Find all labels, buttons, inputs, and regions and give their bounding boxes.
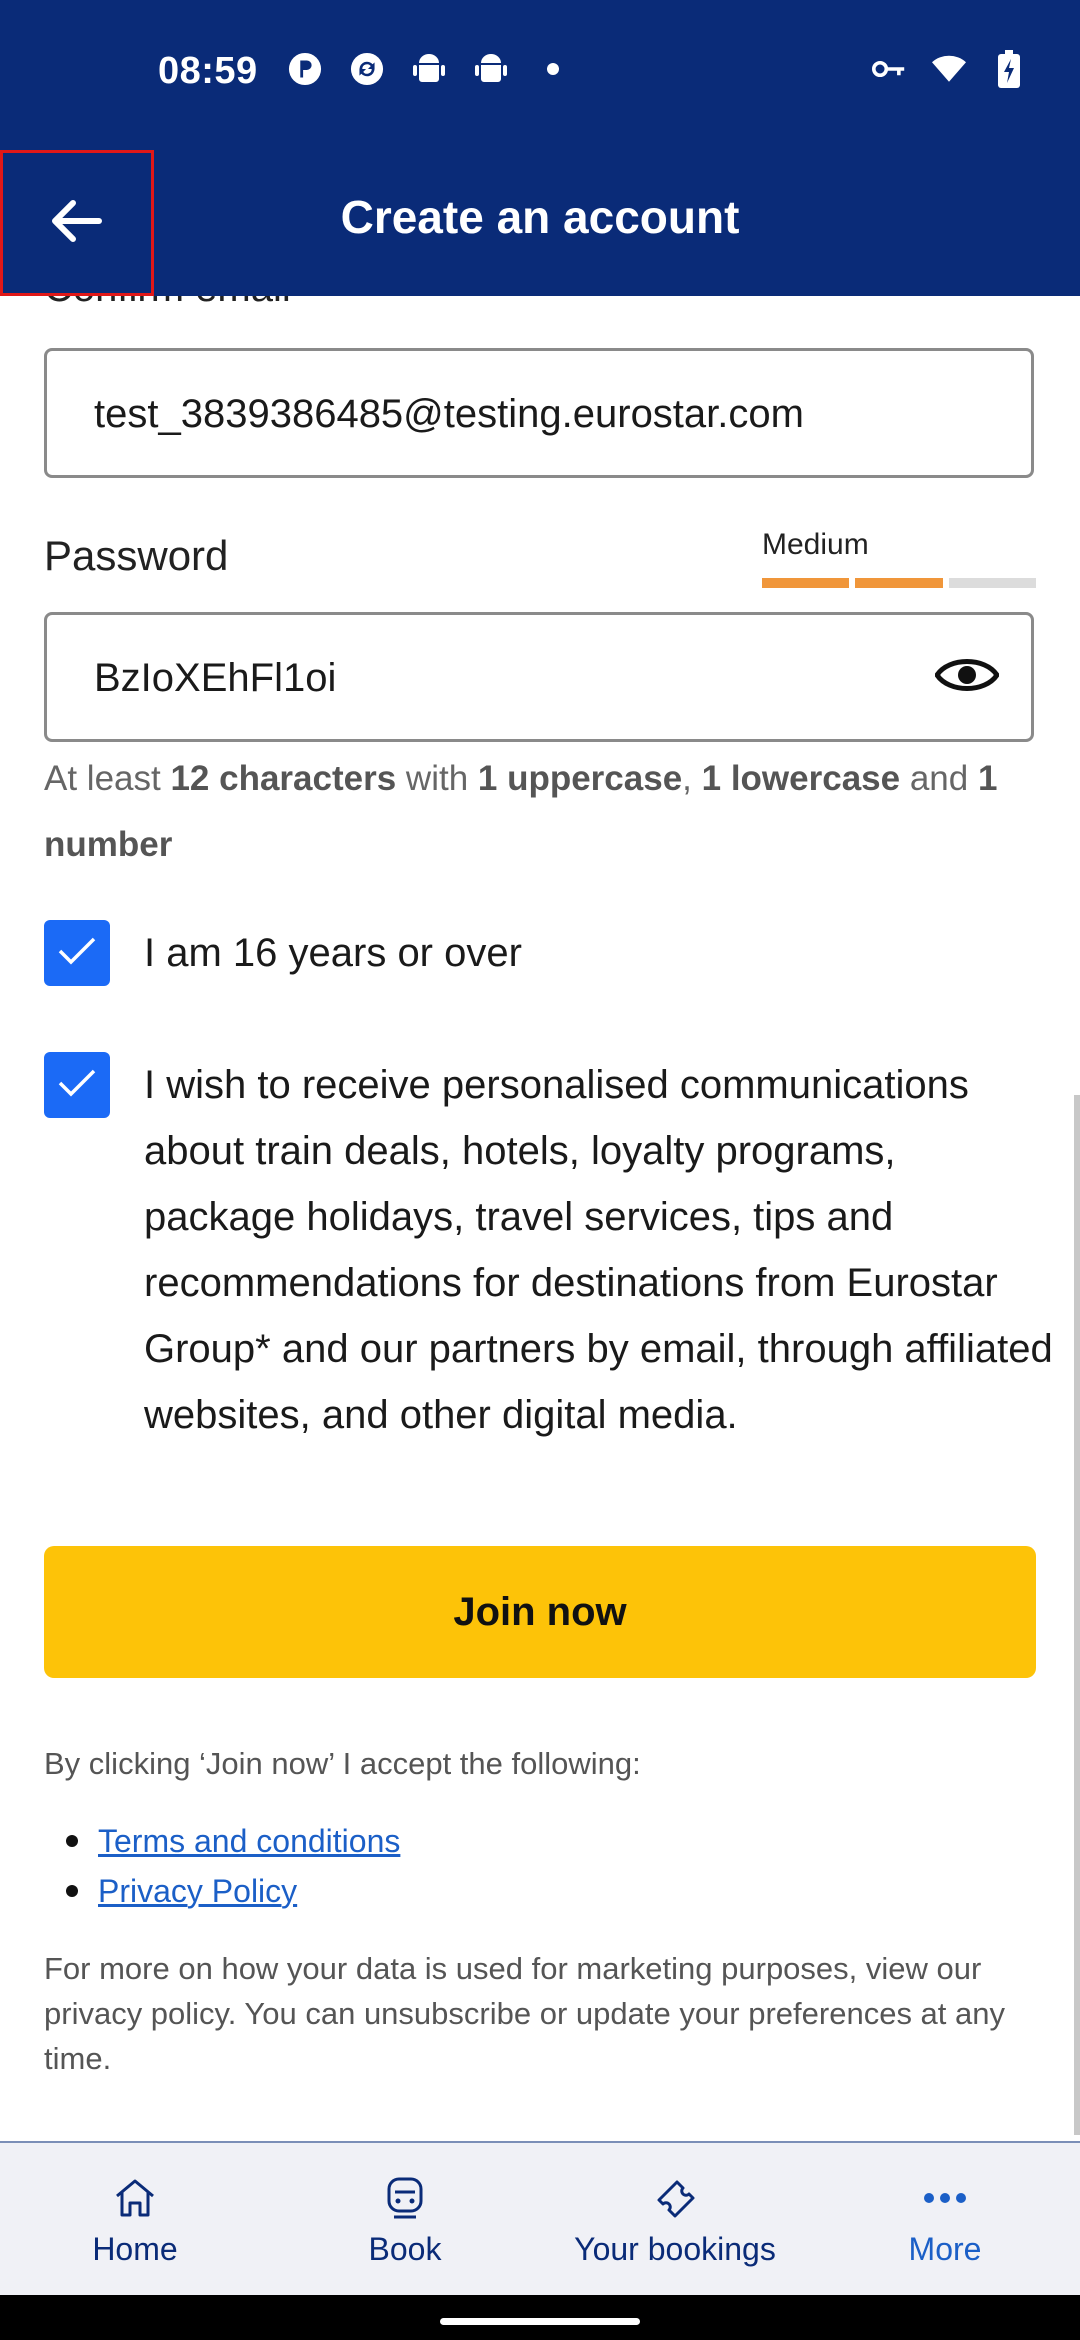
eye-icon (933, 653, 1001, 702)
password-requirements-hint: At least 12 characters with 1 uppercase,… (44, 759, 998, 864)
confirm-email-field[interactable] (92, 351, 956, 477)
nav-item-home[interactable]: Home (0, 2143, 270, 2297)
nav-item-more[interactable]: More (810, 2143, 1080, 2297)
system-gesture-bar (0, 2295, 1080, 2340)
key-icon (872, 52, 906, 86)
signup-form: Confirm email Password Medium At least 1… (0, 296, 1080, 2141)
android-icon (412, 52, 446, 86)
join-now-button[interactable]: Join now (44, 1546, 1036, 1678)
age-checkbox[interactable] (44, 920, 110, 986)
train-icon (385, 2173, 425, 2223)
confirm-email-label: Confirm email (44, 296, 291, 311)
status-notification-icons (288, 52, 570, 86)
accept-terms-text: By clicking ‘Join now’ I accept the foll… (44, 1746, 641, 1781)
checkmark-icon (57, 936, 97, 971)
page-title: Create an account (340, 191, 740, 243)
ticket-icon (653, 2173, 697, 2223)
more-dots-icon (923, 2173, 967, 2223)
marketing-footnote: For more on how your data is used for ma… (44, 1951, 1005, 2076)
android-icon (474, 52, 508, 86)
dot-icon (536, 52, 570, 86)
list-item: Privacy Policy (44, 1866, 400, 1916)
p-circle-icon (288, 52, 322, 86)
terms-link[interactable]: Terms and conditions (98, 1823, 400, 1860)
age-checkbox-label: I am 16 years or over (144, 931, 522, 975)
home-icon (113, 2173, 157, 2223)
privacy-policy-link[interactable]: Privacy Policy (98, 1873, 297, 1910)
wifi-icon (932, 52, 966, 86)
toggle-password-visibility-button[interactable] (933, 649, 1001, 705)
scrollbar[interactable] (1074, 1095, 1080, 2135)
legal-links-list: Terms and conditions Privacy Policy (44, 1816, 400, 1916)
age-confirmation-row: I am 16 years or over (44, 920, 1054, 986)
app-bar: Create an account (0, 150, 1080, 296)
strength-segment (948, 578, 1036, 588)
sync-circle-icon (350, 52, 384, 86)
status-time: 08:59 (158, 50, 258, 92)
password-field-box (44, 612, 1034, 742)
checkmark-icon (57, 1068, 97, 1103)
strength-segment (762, 578, 850, 588)
home-gesture-handle[interactable] (440, 2318, 640, 2325)
password-field[interactable] (92, 615, 956, 741)
password-label: Password (44, 532, 229, 579)
marketing-consent-label: I wish to receive personalised communica… (144, 1063, 1053, 1437)
battery-charging-icon (992, 50, 1026, 88)
marketing-consent-checkbox[interactable] (44, 1052, 110, 1118)
marketing-consent-row: I wish to receive personalised communica… (44, 1052, 1054, 1448)
status-bar: 08:59 (0, 0, 1080, 150)
status-system-icons (872, 50, 1026, 88)
password-strength-meter (762, 578, 1036, 588)
bottom-navigation: Home Book Your bookings More (0, 2141, 1080, 2297)
nav-item-book[interactable]: Book (270, 2143, 540, 2297)
password-strength-label: Medium (762, 528, 869, 561)
confirm-email-field-box (44, 348, 1034, 478)
strength-segment (855, 578, 943, 588)
list-item: Terms and conditions (44, 1816, 400, 1866)
nav-item-your-bookings[interactable]: Your bookings (540, 2143, 810, 2297)
